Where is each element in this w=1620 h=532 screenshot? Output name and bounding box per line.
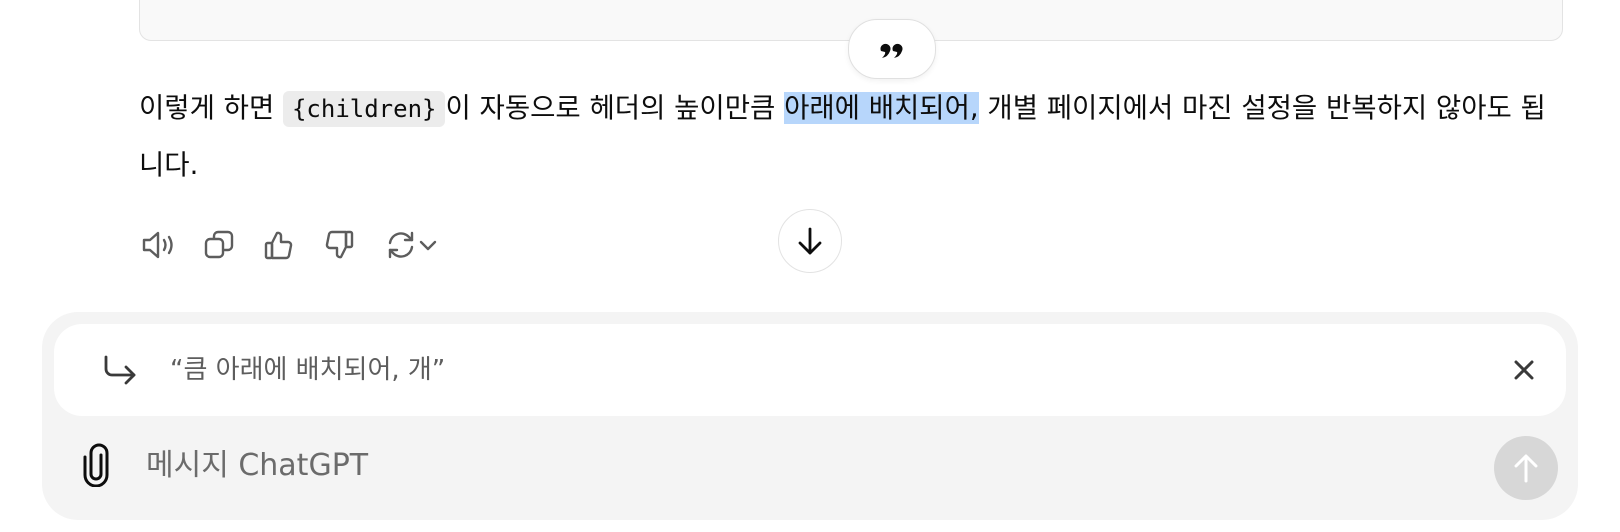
refresh-icon	[388, 231, 414, 259]
regenerate-button[interactable]	[379, 225, 445, 265]
quoted-text: “큼 아래에 배치되어, 개”	[170, 355, 446, 385]
thumbs-up-button[interactable]	[259, 225, 299, 265]
chevron-down-icon	[419, 240, 437, 251]
remove-quote-button[interactable]	[1504, 350, 1544, 390]
message-composer: “큼 아래에 배치되어, 개”	[42, 312, 1578, 520]
message-input[interactable]	[146, 440, 1426, 490]
selected-text: 아래에 배치되어,	[784, 92, 979, 124]
scroll-to-bottom-button[interactable]	[778, 209, 842, 273]
quote-selection-button[interactable]	[848, 19, 936, 79]
arrow-up-icon	[1514, 454, 1538, 483]
answer-text-2: 이 자동으로 헤더의 높이만큼	[445, 92, 785, 124]
thumbs-up-icon	[264, 231, 293, 260]
inline-code: {children}	[282, 91, 446, 127]
paperclip-icon	[83, 443, 109, 487]
quote-icon	[880, 43, 903, 58]
chat-view: 이렇게 하면 {children} 이 자동으로 헤더의 높이만큼 아래에 배치되…	[0, 0, 1620, 532]
attach-button[interactable]	[76, 442, 116, 488]
thumbs-down-button[interactable]	[319, 225, 359, 265]
reply-arrow-icon	[104, 355, 136, 385]
thumbs-down-icon	[325, 230, 354, 259]
close-icon	[1514, 360, 1534, 380]
speaker-icon	[142, 231, 173, 259]
answer-text-1: 이렇게 하면	[139, 92, 283, 124]
assistant-message: 이렇게 하면 {children} 이 자동으로 헤더의 높이만큼 아래에 배치되…	[139, 80, 1559, 193]
read-aloud-button[interactable]	[139, 225, 179, 265]
send-button[interactable]	[1494, 436, 1558, 500]
copy-icon	[204, 230, 234, 259]
copy-button[interactable]	[199, 225, 239, 265]
quoted-selection: “큼 아래에 배치되어, 개”	[54, 324, 1566, 416]
arrow-down-icon	[798, 227, 822, 255]
message-actions	[139, 225, 445, 265]
